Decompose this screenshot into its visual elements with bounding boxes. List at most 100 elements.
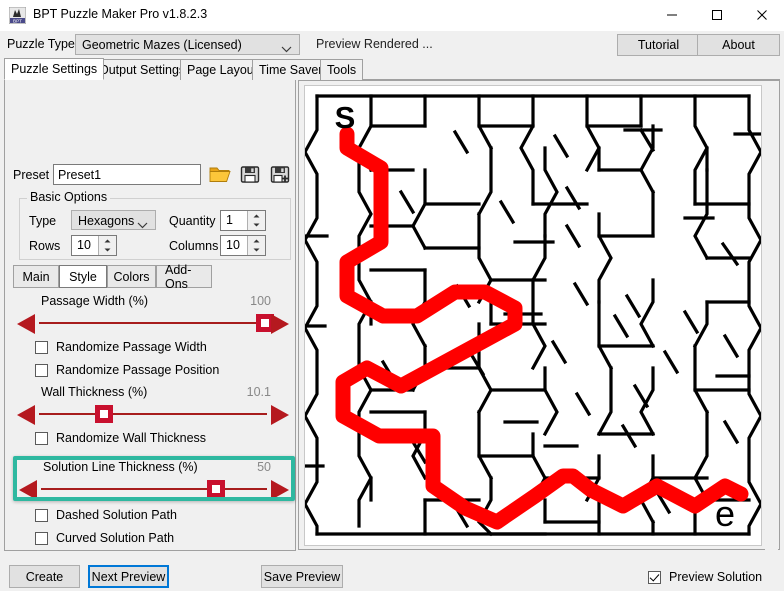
columns-value: 10: [226, 238, 240, 252]
window-title: BPT Puzzle Maker Pro v1.8.2.3: [33, 7, 208, 21]
tab-label: Page Layout: [187, 63, 258, 77]
passage-width-slider[interactable]: Passage Width (%) 100: [13, 294, 293, 338]
application-window: BPT BPT Puzzle Maker Pro v1.8.2.3 Puzzle…: [0, 0, 784, 591]
subtab-main[interactable]: Main: [13, 265, 59, 288]
spin-down-icon[interactable]: [248, 246, 265, 256]
slider-track[interactable]: [39, 322, 267, 324]
subtab-add-ons[interactable]: Add-Ons: [156, 263, 212, 291]
randomize-passage-position-checkbox[interactable]: Randomize Passage Position: [35, 361, 219, 379]
checkbox-box[interactable]: [35, 363, 48, 377]
main-tab-strip: Puzzle Settings Output Settings Page Lay…: [4, 58, 780, 80]
curved-solution-path-checkbox[interactable]: Curved Solution Path: [35, 529, 174, 547]
slider-increase-arrow-icon[interactable]: [271, 314, 289, 334]
tab-label: Time Saver: [259, 63, 323, 77]
floppy-save-as-icon[interactable]: [268, 163, 295, 187]
checkbox-box[interactable]: [35, 340, 48, 354]
slider-thumb[interactable]: [95, 405, 113, 423]
wall-thickness-slider[interactable]: Wall Thickness (%) 10.1: [13, 385, 293, 429]
slider-decrease-arrow-icon[interactable]: [19, 480, 37, 500]
slider-increase-arrow-icon[interactable]: [271, 405, 289, 425]
end-marker: e: [715, 493, 735, 534]
close-icon[interactable]: [739, 0, 784, 30]
floppy-save-icon[interactable]: [238, 163, 265, 187]
type-value: Hexagons: [78, 214, 135, 228]
tab-output-settings[interactable]: Output Settings: [92, 59, 193, 80]
solution-line-thickness-label: Solution Line Thickness (%): [43, 460, 198, 474]
tab-tools[interactable]: Tools: [320, 59, 364, 80]
rows-value: 10: [77, 238, 91, 252]
spin-down-icon[interactable]: [248, 221, 265, 231]
slider-decrease-arrow-icon[interactable]: [17, 314, 35, 334]
chevron-down-icon: [281, 42, 292, 56]
preview-solution-checkbox[interactable]: Preview Solution: [648, 568, 762, 586]
type-dropdown[interactable]: Hexagons: [71, 210, 156, 230]
wall-thickness-value: 10.1: [246, 385, 271, 399]
create-button[interactable]: Create: [9, 565, 80, 588]
subtab-style[interactable]: Style: [59, 265, 107, 288]
slider-track[interactable]: [41, 488, 267, 490]
solution-line-thickness-value: 50: [257, 460, 271, 474]
rows-stepper[interactable]: 10: [71, 235, 117, 256]
about-button[interactable]: About: [697, 34, 780, 56]
columns-label: Columns: [169, 239, 219, 253]
spin-down-icon[interactable]: [99, 246, 116, 256]
checkbox-label: Randomize Passage Position: [56, 363, 220, 377]
rows-spin-buttons[interactable]: [98, 236, 116, 255]
chevron-down-icon: [137, 218, 148, 232]
tab-label: Tools: [327, 63, 357, 77]
spin-up-icon[interactable]: [248, 211, 265, 221]
basic-options-title: Basic Options: [27, 190, 111, 204]
checkbox-box[interactable]: [35, 531, 48, 545]
checkbox-box[interactable]: [35, 431, 48, 445]
quantity-stepper[interactable]: 1: [220, 210, 266, 231]
tab-time-saver[interactable]: Time Saver: [252, 59, 330, 80]
checkbox-label: Preview Solution: [669, 570, 763, 584]
puzzle-type-value: Geometric Mazes (Licensed): [82, 38, 242, 52]
spin-up-icon[interactable]: [99, 236, 116, 246]
preview-vertical-scrollbar[interactable]: [765, 82, 778, 550]
subtab-label: Style: [69, 269, 97, 284]
preview-status-text: Preview Rendered ...: [316, 37, 433, 51]
puzzle-type-dropdown[interactable]: Geometric Mazes (Licensed): [75, 34, 300, 55]
preset-input[interactable]: [53, 164, 201, 185]
start-marker: S: [335, 100, 356, 135]
checkbox-label: Dashed Solution Path: [56, 508, 177, 522]
rows-label: Rows: [29, 239, 61, 253]
tab-label: Output Settings: [99, 63, 186, 77]
subtab-colors[interactable]: Colors: [107, 265, 156, 288]
slider-thumb[interactable]: [207, 480, 225, 498]
solution-line-thickness-slider[interactable]: Solution Line Thickness (%) 50: [15, 460, 293, 504]
columns-stepper[interactable]: 10: [220, 235, 266, 256]
save-preview-button[interactable]: Save Preview: [261, 565, 343, 588]
maze-preview[interactable]: S e: [304, 85, 762, 546]
tutorial-button[interactable]: Tutorial: [617, 34, 700, 56]
app-icon: BPT: [8, 6, 27, 25]
tab-label: Puzzle Settings: [11, 62, 98, 76]
quantity-spin-buttons[interactable]: [247, 211, 265, 230]
dashed-solution-path-checkbox[interactable]: Dashed Solution Path: [35, 506, 177, 524]
folder-open-icon[interactable]: [207, 163, 234, 187]
checkbox-label: Curved Solution Path: [56, 531, 175, 545]
tab-puzzle-settings[interactable]: Puzzle Settings: [4, 58, 105, 80]
checkbox-box[interactable]: [35, 508, 48, 522]
checkbox-box[interactable]: [648, 570, 661, 584]
minimize-icon[interactable]: [649, 0, 694, 30]
slider-increase-arrow-icon[interactable]: [271, 480, 289, 500]
checkbox-label: Randomize Passage Width: [56, 340, 207, 354]
type-label: Type: [29, 214, 57, 228]
spin-up-icon[interactable]: [248, 236, 265, 246]
subtab-label: Main: [22, 269, 50, 284]
columns-spin-buttons[interactable]: [247, 236, 265, 255]
slider-decrease-arrow-icon[interactable]: [17, 405, 35, 425]
preset-label: Preset: [13, 168, 50, 182]
subtab-label: Colors: [113, 269, 150, 284]
slider-track[interactable]: [39, 413, 267, 415]
randomize-passage-width-checkbox[interactable]: Randomize Passage Width: [35, 338, 207, 356]
passage-width-value: 100: [250, 294, 271, 308]
puzzle-settings-panel: Preset B: [4, 80, 296, 551]
maximize-icon[interactable]: [694, 0, 739, 30]
next-preview-button[interactable]: Next Preview: [88, 565, 169, 588]
quantity-value: 1: [226, 213, 233, 227]
randomize-wall-thickness-checkbox[interactable]: Randomize Wall Thickness: [35, 429, 206, 447]
preview-panel: S e: [298, 80, 780, 550]
